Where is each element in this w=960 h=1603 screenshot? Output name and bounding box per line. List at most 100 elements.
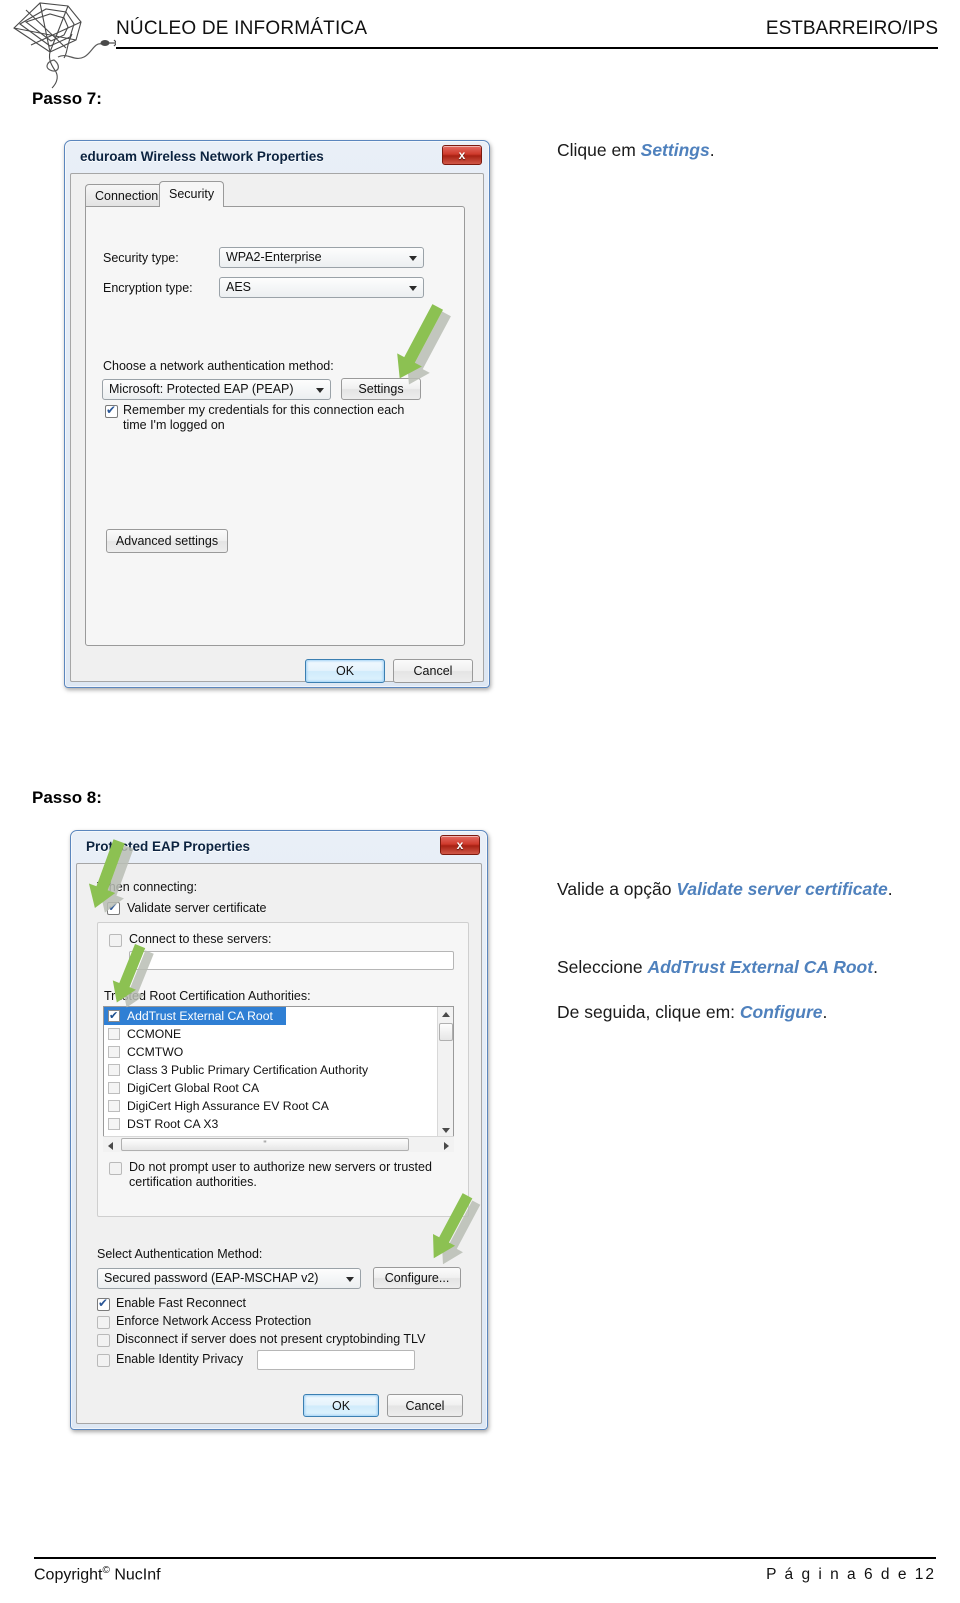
auth-method-combo[interactable]: Secured password (EAP-MSCHAP v2) — [97, 1268, 361, 1289]
header-left-text: NÚCLEO DE INFORMÁTICA — [116, 18, 368, 39]
certificate-name: DigiCert High Assurance EV Root CA — [127, 1099, 329, 1113]
list-item[interactable]: DigiCert High Assurance EV Root CA — [104, 1097, 453, 1115]
certificate-checkbox[interactable] — [108, 1064, 120, 1076]
certificate-name: CCMONE — [127, 1027, 182, 1041]
scroll-down-icon[interactable] — [442, 1128, 450, 1133]
enable-fast-reconnect-checkbox[interactable] — [97, 1296, 110, 1311]
instruction-prefix: Clique em — [557, 140, 641, 160]
certificate-checkbox[interactable] — [108, 1028, 120, 1040]
list-item[interactable]: DST Root CA X3 — [104, 1115, 453, 1133]
list-item[interactable]: AddTrust External CA Root — [104, 1007, 286, 1025]
certificate-listbox[interactable]: AddTrust External CA Root CCMONE CCMTWO Cla… — [103, 1006, 454, 1137]
certificate-name: CCMTWO — [127, 1045, 184, 1059]
connect-to-servers-label: Connect to these servers: — [129, 932, 272, 946]
certificate-name: DST Root CA X3 — [127, 1117, 219, 1131]
enable-fast-reconnect-label: Enable Fast Reconnect — [116, 1296, 246, 1310]
header-divider — [116, 47, 938, 49]
certificate-checkbox[interactable] — [108, 1082, 120, 1094]
when-connecting-label: When connecting: — [97, 880, 198, 894]
remember-credentials-checkbox[interactable] — [105, 403, 118, 418]
list-item[interactable]: Class 3 Public Primary Certification Aut… — [104, 1061, 453, 1079]
certificate-checkbox[interactable] — [108, 1046, 120, 1058]
listbox-horizontal-scrollbar[interactable]: " — [103, 1136, 454, 1152]
tab-security-label: Security — [169, 187, 215, 201]
instruction-suffix: . — [822, 1002, 828, 1022]
ok-button[interactable]: OK — [305, 659, 385, 683]
configure-button[interactable]: Configure... — [373, 1267, 461, 1289]
configure-button-label: Configure... — [384, 1271, 450, 1285]
do-not-prompt-line2: certification authorities. — [129, 1175, 257, 1189]
instruction-highlight: Settings — [640, 140, 710, 160]
cancel-button[interactable]: Cancel — [387, 1394, 463, 1417]
do-not-prompt-checkbox[interactable] — [109, 1162, 122, 1175]
identity-privacy-input[interactable] — [257, 1350, 415, 1370]
certificate-checkbox[interactable] — [108, 1007, 120, 1025]
hscroll-thumb[interactable]: " — [121, 1138, 409, 1151]
scroll-up-icon[interactable] — [442, 1012, 450, 1017]
instruction-suffix: . — [873, 957, 878, 977]
ok-button-label: OK — [335, 664, 355, 678]
security-type-combo[interactable]: WPA2-Enterprise — [219, 247, 424, 268]
dialog-titlebar: eduroam Wireless Network Properties x — [70, 145, 484, 173]
chevron-down-icon — [409, 256, 417, 261]
footer-copyright: Copyright© NucInf — [34, 1565, 161, 1584]
do-not-prompt-line1: Do not prompt user to authorize new serv… — [129, 1160, 432, 1174]
scroll-thumb[interactable] — [439, 1023, 453, 1041]
listbox-vertical-scrollbar[interactable] — [437, 1007, 453, 1136]
servers-input[interactable] — [129, 951, 454, 970]
connect-to-servers-checkbox[interactable] — [109, 934, 122, 947]
close-icon[interactable]: x — [440, 835, 480, 855]
close-icon-glyph: x — [456, 838, 464, 852]
auth-method-value: Secured password (EAP-MSCHAP v2) — [104, 1271, 319, 1285]
tab-security[interactable]: Security — [159, 181, 225, 207]
step-8-instruction-1: Valide a opção Validate server certifica… — [557, 876, 957, 903]
list-item[interactable]: CCMTWO — [104, 1043, 453, 1061]
instruction-suffix: . — [709, 140, 715, 160]
dialog-titlebar: Protected EAP Properties x — [76, 835, 482, 863]
encryption-type-label: Encryption type: — [103, 281, 193, 295]
list-item[interactable]: CCMONE — [104, 1025, 453, 1043]
certificate-checkbox[interactable] — [108, 1100, 120, 1112]
advanced-settings-label: Advanced settings — [115, 534, 219, 548]
close-icon[interactable]: x — [442, 145, 482, 165]
ok-button[interactable]: OK — [303, 1394, 379, 1417]
chevron-down-icon — [346, 1277, 354, 1282]
enforce-nap-checkbox[interactable] — [97, 1316, 110, 1329]
instruction-highlight: Validate server certificate — [676, 879, 888, 899]
document-header: NÚCLEO DE INFORMÁTICA ESTBARREIRO/IPS — [0, 0, 960, 89]
security-type-value: WPA2-Enterprise — [226, 250, 322, 264]
select-auth-method-label: Select Authentication Method: — [97, 1247, 263, 1261]
settings-button[interactable]: Settings — [341, 378, 421, 400]
cancel-button-label: Cancel — [413, 664, 453, 678]
instruction-highlight: AddTrust External CA Root — [647, 957, 874, 977]
step-8-instruction-3: De seguida, clique em: Configure. — [557, 999, 957, 1026]
step-8-title: Passo 8: — [32, 788, 102, 807]
chevron-down-icon — [409, 286, 417, 291]
enable-identity-privacy-checkbox[interactable] — [97, 1354, 110, 1367]
wireless-network-properties-dialog: eduroam Wireless Network Properties x Co… — [64, 140, 490, 688]
instruction-prefix: Seleccione — [557, 957, 648, 977]
disconnect-cryptobinding-checkbox[interactable] — [97, 1334, 110, 1347]
auth-method-combo[interactable]: Microsoft: Protected EAP (PEAP) — [102, 379, 331, 400]
tab-connection[interactable]: Connection — [85, 184, 169, 207]
ok-button-label: OK — [331, 1398, 351, 1413]
hscroll-thumb-glyph: " — [263, 1139, 267, 1149]
remember-credentials-line1: Remember my credentials for this connect… — [123, 403, 405, 417]
close-icon-glyph: x — [458, 148, 466, 162]
validate-server-certificate-checkbox[interactable] — [107, 900, 120, 915]
list-item[interactable]: DigiCert Global Root CA — [104, 1079, 453, 1097]
encryption-type-combo[interactable]: AES — [219, 277, 424, 298]
header-right-title: ESTBARREIRO/IPS — [766, 18, 938, 40]
cancel-button[interactable]: Cancel — [393, 659, 473, 683]
footer-copyright-text: Copyright — [34, 1566, 103, 1584]
footer-divider — [34, 1557, 936, 1559]
dialog-body: Connection Security Security type: WPA2-… — [70, 173, 484, 683]
validate-server-certificate-label: Validate server certificate — [127, 901, 267, 915]
certificate-checkbox[interactable] — [108, 1118, 120, 1130]
scroll-right-icon[interactable] — [444, 1142, 449, 1150]
dialog-title: eduroam Wireless Network Properties — [80, 149, 324, 164]
trusted-roots-label: Trusted Root Certification Authorities: — [104, 989, 311, 1003]
advanced-settings-button[interactable]: Advanced settings — [106, 529, 228, 553]
chevron-down-icon — [316, 388, 324, 393]
scroll-left-icon[interactable] — [108, 1142, 113, 1150]
